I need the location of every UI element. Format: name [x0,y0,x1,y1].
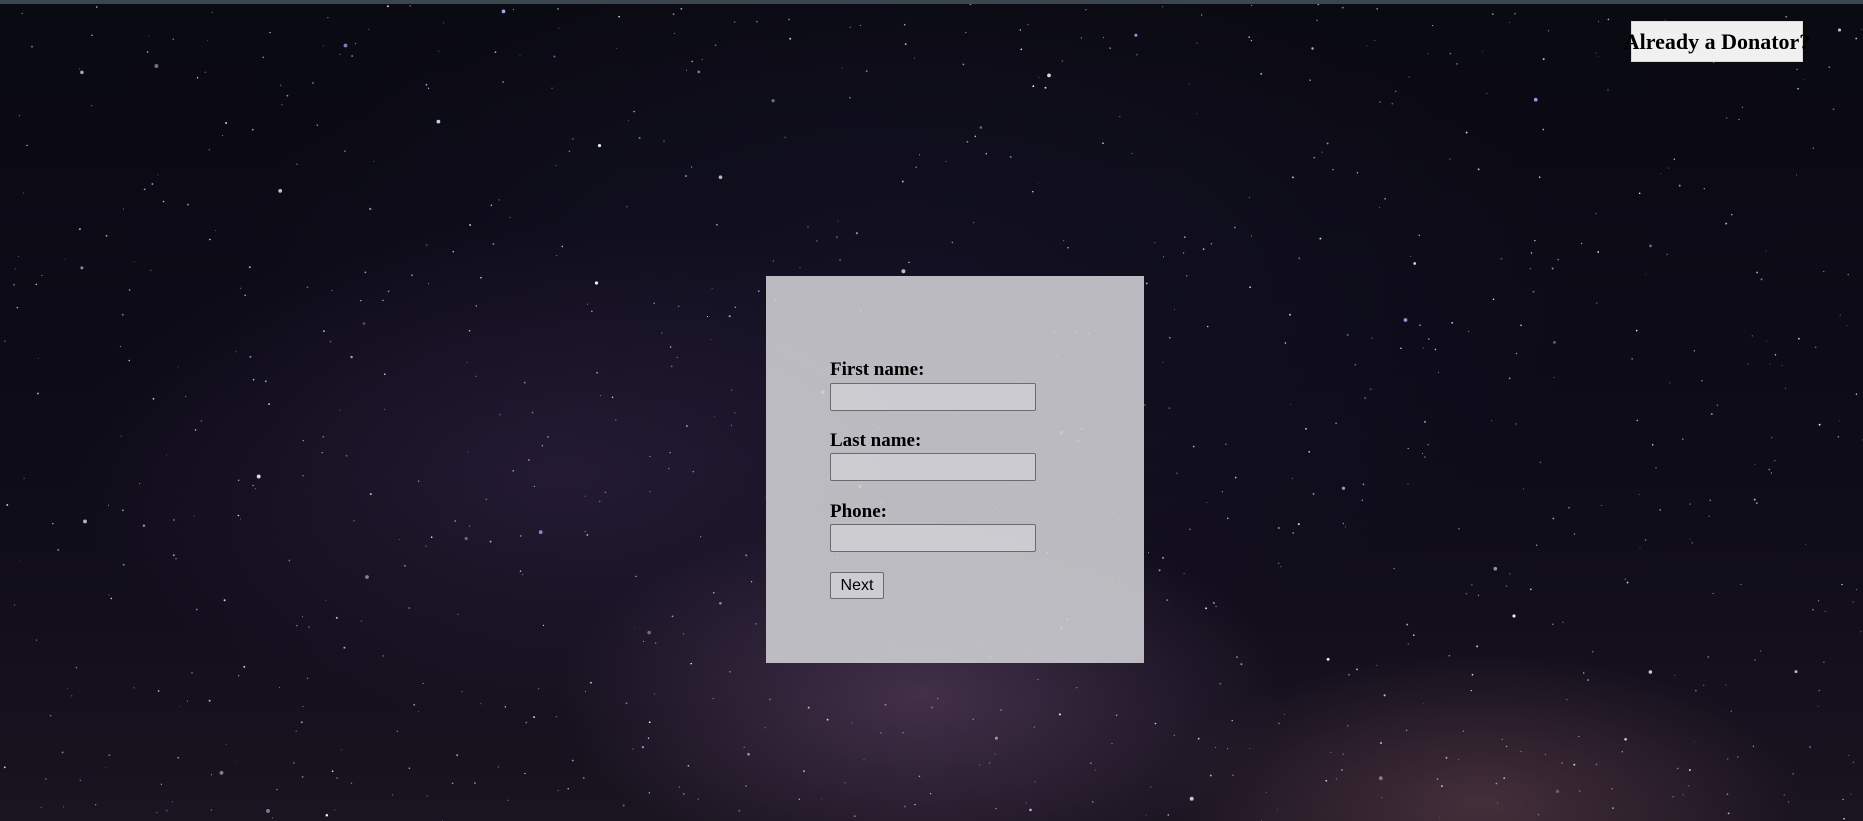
first-name-input[interactable] [830,383,1036,411]
donor-form-panel: First name: Last name: Phone: Next [766,276,1144,663]
phone-label: Phone: [830,501,887,522]
next-button[interactable]: Next [830,572,884,599]
last-name-label: Last name: [830,430,922,451]
first-name-label: First name: [830,359,925,380]
already-donator-button[interactable]: Already a Donator? [1624,21,1810,62]
phone-input[interactable] [830,524,1036,552]
last-name-input[interactable] [830,453,1036,481]
